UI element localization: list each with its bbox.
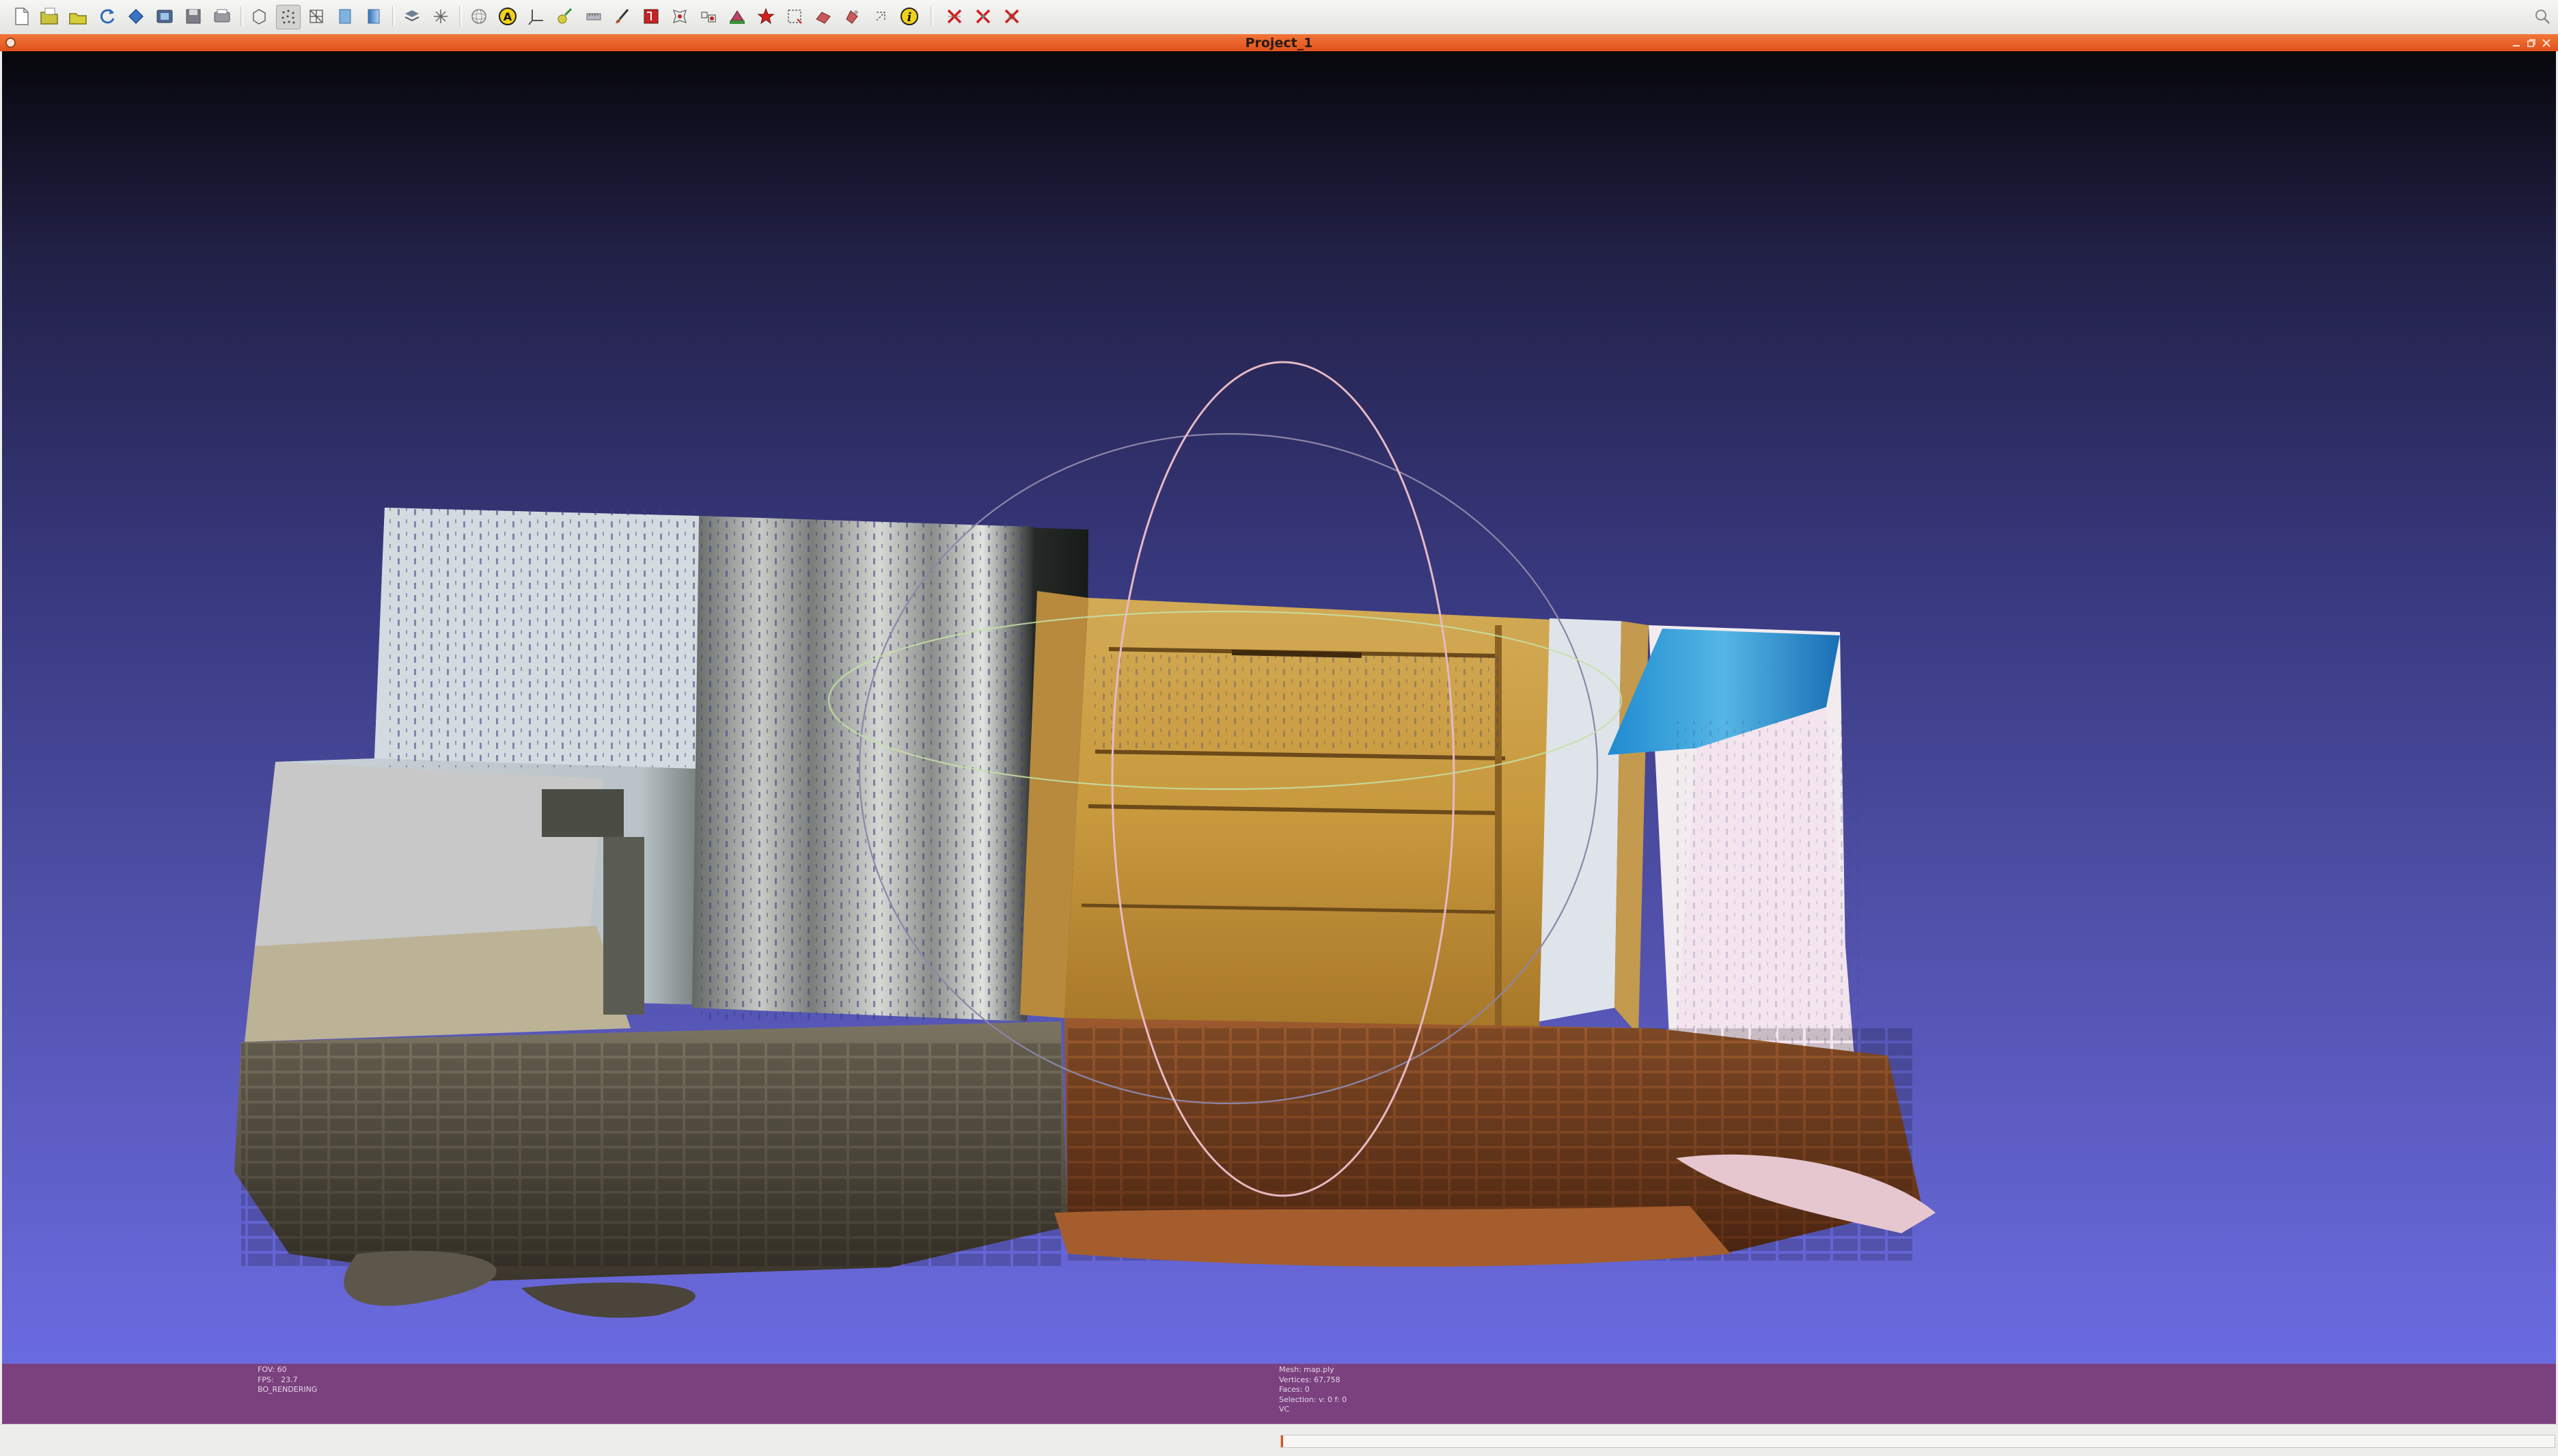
restore-icon[interactable] [2525,36,2538,49]
point-cloud-render [234,361,1936,1318]
smooth-render-icon[interactable] [362,5,385,28]
window-title: Project_1 [1245,35,1313,51]
wireframe-icon[interactable] [305,5,328,28]
vertices-label: Vertices: 67,758 [1279,1375,1340,1384]
axis-icon[interactable] [525,5,548,28]
delete-selected-faces-icon[interactable] [943,5,966,28]
faces-label: Faces: 0 [1279,1385,1310,1394]
progress-fill [1281,1436,1283,1447]
trackball-icon[interactable] [467,5,491,28]
export-icon[interactable] [210,5,234,28]
toolbar-separator [931,6,933,27]
svg-text:i: i [907,10,912,25]
open-mesh-icon[interactable] [67,5,90,28]
viewport-info-bar: FOV: 60 FPS: 23.7 BO_RENDERING Mesh: map… [2,1364,2556,1424]
main-toolbar: A i [0,0,2558,35]
points-render-icon[interactable] [276,5,301,29]
reload-icon[interactable] [96,5,119,28]
pick-points-icon[interactable] [754,5,778,28]
selection-label: Selection: v: 0 f: 0 [1279,1395,1347,1404]
manipulator-icon[interactable] [869,5,892,28]
snapshot-icon[interactable] [153,5,176,28]
z-paint-icon[interactable] [812,5,835,28]
render-info: FOV: 60 FPS: 23.7 BO_RENDERING [258,1365,317,1395]
delete-selected-vertices-icon[interactable] [972,5,995,28]
fov-label: FOV: 60 [258,1365,287,1374]
open-project-icon[interactable] [38,5,61,28]
status-bar [0,1424,2558,1456]
fps-label: FPS: 23.7 [258,1375,298,1384]
window-menu-icon[interactable] [4,36,17,49]
mesh-name-label: Mesh: map.ply [1279,1365,1334,1374]
layers-icon[interactable] [400,5,424,28]
document-titlebar: Project_1 [0,34,2558,51]
annotation-icon[interactable]: A [496,5,519,28]
select-connected-icon[interactable] [697,5,720,28]
raster-layers-icon[interactable] [429,5,452,28]
colorize-icon[interactable] [553,5,577,28]
mesh-info: Mesh: map.ply Vertices: 67,758 Faces: 0 … [1279,1365,1347,1415]
minimize-icon[interactable] [2509,36,2522,49]
measure-tool-icon[interactable] [582,5,605,28]
toolbar-separator [392,6,395,27]
align-icon[interactable] [840,5,864,28]
vertex-color-label: VC [1279,1405,1290,1414]
toolbar-separator [240,6,243,27]
select-faces-icon[interactable] [640,5,663,28]
flat-render-icon[interactable] [333,5,357,28]
bounding-box-icon[interactable] [247,5,271,28]
close-icon[interactable] [2540,36,2553,49]
fill-select-icon[interactable] [726,5,749,28]
svg-text:A: A [504,10,512,23]
new-project-icon[interactable] [10,5,33,28]
reload-all-icon[interactable] [124,5,148,28]
select-region-icon[interactable] [783,5,806,28]
select-vertices-icon[interactable] [668,5,691,28]
info-icon[interactable]: i [898,5,921,28]
search-icon[interactable] [2531,5,2554,28]
delete-all-icon[interactable] [1000,5,1023,28]
progress-bar [1280,1435,2555,1448]
render-mode-label: BO_RENDERING [258,1385,318,1394]
3d-viewport[interactable] [2,51,2556,1364]
save-icon[interactable] [182,5,205,28]
paint-brush-icon[interactable] [611,5,634,28]
toolbar-separator [459,6,462,27]
